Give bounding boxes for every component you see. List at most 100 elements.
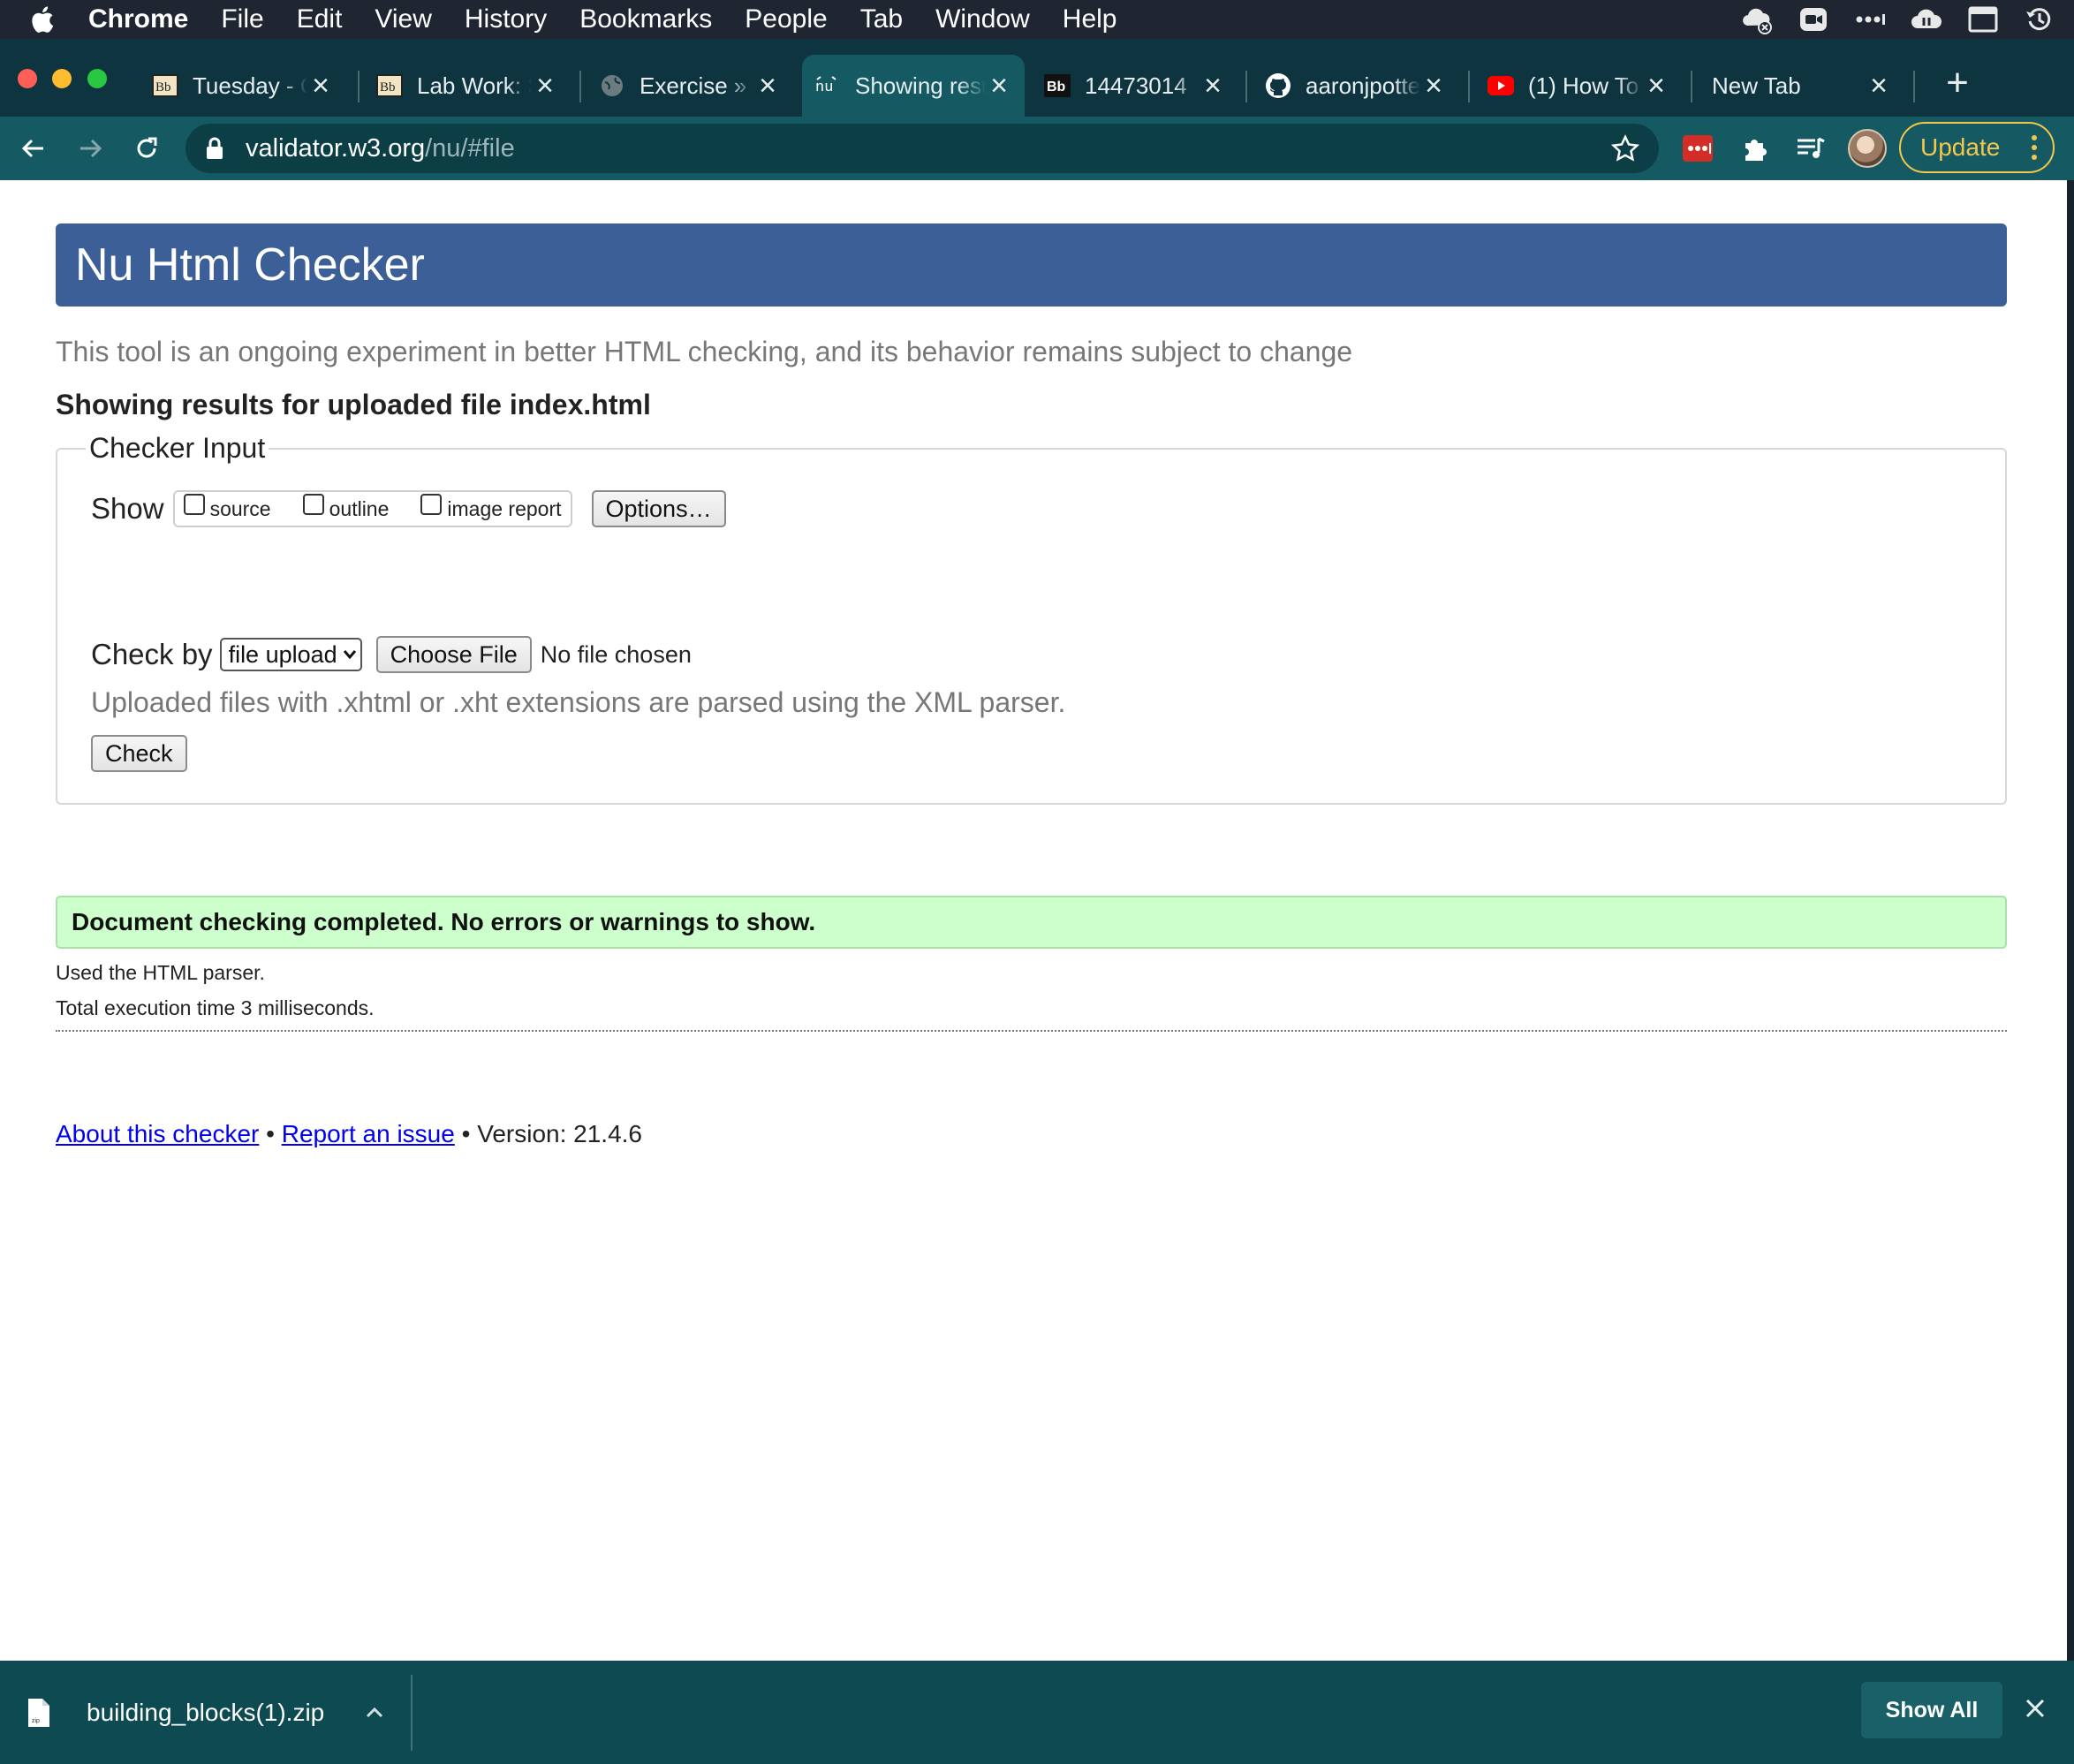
- show-source-option[interactable]: source: [183, 494, 271, 521]
- menu-people[interactable]: People: [745, 4, 827, 34]
- extensions-puzzle-icon[interactable]: [1737, 131, 1772, 166]
- more-dots-icon[interactable]: [1853, 4, 1887, 34]
- tab-separator: [1691, 71, 1692, 102]
- report-issue-link[interactable]: Report an issue: [282, 1120, 455, 1147]
- menu-edit[interactable]: Edit: [297, 4, 343, 34]
- tab-14473014[interactable]: Bb 14473014 ×: [1032, 55, 1238, 117]
- macos-menu-bar: Chrome File Edit View History Bookmarks …: [0, 0, 2074, 39]
- cloud-sync-error-icon[interactable]: [1740, 4, 1774, 34]
- footer-separator: •: [461, 1120, 471, 1147]
- show-image-report-option[interactable]: image report: [420, 494, 562, 521]
- source-checkbox[interactable]: [183, 494, 205, 515]
- back-button[interactable]: [14, 129, 53, 168]
- reload-button[interactable]: [127, 129, 166, 168]
- choose-file-button[interactable]: Choose File: [375, 636, 532, 673]
- close-tab-icon[interactable]: ×: [307, 71, 334, 101]
- new-tab-button[interactable]: +: [1940, 64, 1975, 102]
- nu-icon: nu: [814, 72, 841, 99]
- close-icon[interactable]: [2023, 1696, 2048, 1721]
- profile-avatar[interactable]: [1848, 129, 1887, 168]
- tab-aaronjpotter[interactable]: aaronjpotter ×: [1253, 55, 1459, 117]
- show-outline-option[interactable]: outline: [302, 494, 390, 521]
- zoom-window-button[interactable]: [87, 69, 107, 88]
- footer-separator: •: [266, 1120, 275, 1147]
- close-tab-icon[interactable]: ×: [1866, 71, 1892, 101]
- update-button[interactable]: Update: [1899, 122, 2055, 173]
- options-button[interactable]: Options…: [591, 490, 726, 527]
- zip-file-icon: zip: [28, 1698, 49, 1727]
- tab-how-to[interactable]: (1) How To Use ×: [1475, 55, 1682, 117]
- minimize-window-button[interactable]: [52, 69, 72, 88]
- tab-new-tab[interactable]: New Tab ×: [1698, 55, 1904, 117]
- menu-help[interactable]: Help: [1063, 4, 1117, 34]
- close-tab-icon[interactable]: ×: [1420, 71, 1447, 101]
- image-report-checkbox-label: image report: [447, 496, 562, 520]
- tab-title: New Tab: [1712, 72, 1801, 99]
- close-tab-icon[interactable]: ×: [754, 71, 781, 101]
- tab-tuesday[interactable]: Bb Tuesday - Class ×: [140, 55, 346, 117]
- no-file-chosen-text: No file chosen: [540, 640, 692, 668]
- menu-chrome[interactable]: Chrome: [88, 4, 188, 34]
- apple-icon[interactable]: [28, 4, 55, 34]
- close-window-button[interactable]: [18, 69, 37, 88]
- time-machine-icon[interactable]: [2023, 4, 2056, 34]
- close-tab-icon[interactable]: ×: [1200, 71, 1226, 101]
- github-icon: [1265, 72, 1291, 99]
- svg-text:Bb: Bb: [1047, 79, 1066, 95]
- creative-cloud-icon[interactable]: [1910, 4, 1943, 34]
- page-title-banner: Nu Html Checker: [56, 223, 2007, 307]
- check-by-select[interactable]: file upload: [219, 638, 362, 671]
- dotted-divider: [56, 1030, 2007, 1032]
- tab-separator: [358, 71, 360, 102]
- check-by-row: Check by file upload Choose File No file…: [91, 635, 692, 674]
- tab-separator: [579, 71, 581, 102]
- browser-toolbar: validator.w3.org/nu/#file Update: [0, 117, 2074, 180]
- globe-icon: [599, 72, 625, 99]
- show-checkbox-group: source outline image report: [172, 490, 572, 527]
- menu-window[interactable]: Window: [935, 4, 1030, 34]
- download-shelf: zip building_blocks(1).zip Show All: [0, 1661, 2074, 1764]
- forward-button[interactable]: [71, 129, 110, 168]
- page-content: Nu Html Checker This tool is an ongoing …: [0, 180, 2067, 1661]
- page-title: Nu Html Checker: [75, 239, 425, 291]
- menu-file[interactable]: File: [221, 4, 263, 34]
- window-icon[interactable]: [1966, 4, 2000, 34]
- menu-bookmarks[interactable]: Bookmarks: [579, 4, 712, 34]
- show-options-row: Show source outline image report Options…: [91, 489, 726, 528]
- image-report-checkbox[interactable]: [420, 494, 443, 515]
- tab-showing-results[interactable]: nu Showing results ×: [802, 55, 1025, 117]
- menu-history[interactable]: History: [465, 4, 547, 34]
- chevron-up-icon[interactable]: [365, 1707, 384, 1719]
- check-by-label: Check by: [91, 638, 213, 670]
- url-path: /nu/#file: [425, 133, 515, 163]
- blackboard-icon: Bb: [376, 72, 403, 99]
- more-vertical-icon: [2032, 135, 2037, 160]
- version-text: Version: 21.4.6: [477, 1120, 643, 1147]
- address-bar[interactable]: validator.w3.org/nu/#file: [185, 124, 1659, 173]
- url-text: validator.w3.org/nu/#file: [246, 134, 515, 163]
- window-edge: [2067, 180, 2074, 1661]
- forward-arrow-icon: [80, 139, 102, 158]
- tab-title: Showing results: [855, 72, 986, 99]
- show-all-downloads-button[interactable]: Show All: [1861, 1682, 2002, 1738]
- check-button[interactable]: Check: [91, 735, 187, 772]
- lock-icon[interactable]: [205, 137, 224, 160]
- about-checker-link[interactable]: About this checker: [56, 1120, 259, 1147]
- menu-view[interactable]: View: [375, 4, 431, 34]
- menu-tab[interactable]: Tab: [860, 4, 903, 34]
- outline-checkbox[interactable]: [302, 494, 324, 515]
- bookmark-star-icon[interactable]: [1611, 134, 1639, 163]
- close-tab-icon[interactable]: ×: [532, 71, 558, 101]
- svg-text:Bb: Bb: [380, 80, 396, 95]
- back-arrow-icon: [21, 139, 43, 158]
- media-controls-icon[interactable]: [1793, 131, 1828, 166]
- tab-exercise[interactable]: Exercise » Styles ×: [587, 55, 793, 117]
- close-tab-icon[interactable]: ×: [1643, 71, 1669, 101]
- reload-icon: [137, 137, 157, 158]
- tab-lab-work[interactable]: Bb Lab Work: Showing ×: [364, 55, 571, 117]
- close-tab-icon[interactable]: ×: [986, 71, 1012, 101]
- outline-checkbox-label: outline: [329, 496, 390, 520]
- zoom-video-icon[interactable]: [1797, 4, 1830, 34]
- lastpass-extension-icon[interactable]: [1680, 131, 1715, 166]
- download-item[interactable]: zip building_blocks(1).zip: [26, 1661, 384, 1764]
